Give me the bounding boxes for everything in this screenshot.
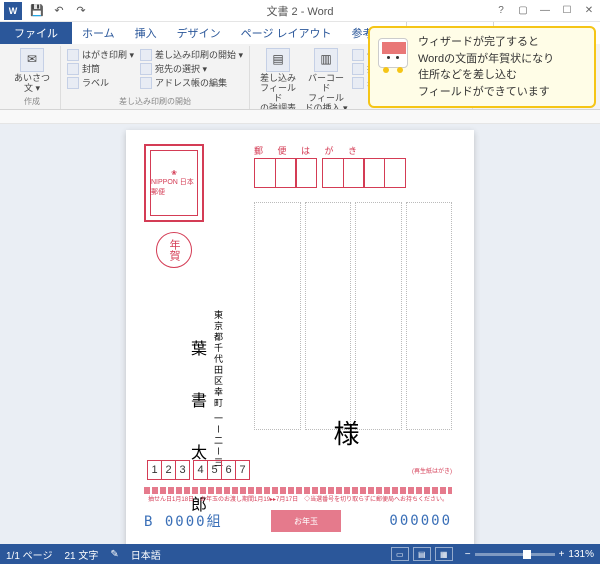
view-web-layout[interactable]: ▦ (435, 547, 453, 561)
greeting-text-button[interactable]: ✉ あいさつ 文 ▾ (10, 48, 54, 94)
ribbon-display-icon[interactable]: ▢ (514, 3, 532, 19)
tab-home[interactable]: ホーム (72, 22, 125, 44)
lottery-info-text: 抽せん日1月18日 お年玉のお渡し期間1月19▸▸7月17日 ◇当選番号を切り取… (144, 494, 452, 503)
callout-line-2: Wordの文面が年賀状になり (418, 51, 586, 68)
page-count[interactable]: 1/1 ページ (6, 547, 52, 562)
highlight-icon: ▤ (266, 48, 290, 72)
zoom-out-button[interactable]: − (465, 549, 471, 560)
proofing-icon[interactable]: ✎ (110, 549, 118, 560)
horizontal-ruler[interactable] (0, 110, 600, 124)
tab-file[interactable]: ファイル (0, 22, 72, 44)
callout-line-4: フィールドができています (418, 84, 586, 101)
window-title: 文書 2 - Word (266, 3, 333, 19)
otoshidama-label: お年玉 (271, 510, 341, 532)
mascot-icon (374, 38, 412, 80)
stamp-box: ❀NIPPON 日本郵便 (144, 144, 204, 222)
group-label-create: 作成 (10, 96, 54, 107)
lottery-number: 000000 (389, 513, 452, 529)
close-button[interactable]: ✕ (580, 3, 598, 19)
envelope-icon (67, 63, 79, 75)
hagaki-print-button[interactable]: はがき印刷 ▾ (67, 48, 134, 61)
group-label-start: 差し込み印刷の開始 (67, 96, 243, 107)
sender-address[interactable]: 東京都千代田区幸町 一ー二ー三 (212, 310, 225, 469)
addressbook-icon (140, 77, 152, 89)
postcard-label: 郵 便 は が き (254, 144, 363, 157)
barcode-field-button[interactable]: ▥ バーコード フィールドの挿入 ▾ (304, 48, 348, 110)
highlight-fields-button[interactable]: ▤ 差し込みフィールド の強調表示 (256, 48, 300, 110)
greeting-line-icon (352, 63, 364, 75)
zoom-in-button[interactable]: + (559, 549, 565, 560)
word-count[interactable]: 21 文字 (64, 547, 98, 562)
view-print-layout[interactable]: ▤ (413, 547, 431, 561)
barcode-icon: ▥ (314, 48, 338, 72)
language-status[interactable]: 日本語 (131, 547, 161, 562)
maximize-button[interactable]: ☐ (558, 3, 576, 19)
address-field-area[interactable] (254, 202, 452, 430)
callout-line-1: ウィザードが完了すると (418, 34, 586, 51)
document-canvas[interactable]: ❀NIPPON 日本郵便 年賀 郵 便 は が き 東京都千代田区幸町 一ー二ー… (0, 124, 600, 562)
minimize-button[interactable]: — (536, 3, 554, 19)
word-icon: W (4, 2, 22, 20)
mail-merge-icon (140, 49, 152, 61)
recipients-icon (140, 63, 152, 75)
tab-design[interactable]: デザイン (167, 22, 231, 44)
zoom-level[interactable]: 131% (568, 549, 594, 560)
view-read-mode[interactable]: ▭ (391, 547, 409, 561)
address-block-icon (352, 49, 364, 61)
label-icon (67, 77, 79, 89)
envelope-button[interactable]: 封筒 (67, 62, 134, 75)
postcard-icon (67, 49, 79, 61)
qat-redo[interactable]: ↷ (72, 2, 90, 20)
select-recipients-button[interactable]: 宛先の選択 ▾ (140, 62, 243, 75)
recycled-paper-note: (再生紙はがき) (412, 466, 452, 475)
tab-insert[interactable]: 挿入 (125, 22, 167, 44)
help-icon[interactable]: ? (492, 3, 510, 19)
recipient-postcode-boxes[interactable] (254, 158, 406, 188)
edit-recipients-button[interactable]: アドレス帳の編集 (140, 76, 243, 89)
insert-field-icon (352, 77, 364, 89)
decorative-strip (144, 487, 452, 494)
qat-undo[interactable]: ↶ (50, 2, 68, 20)
lottery-group-number: B 0000組 (144, 511, 223, 531)
nenga-seal: 年賀 (156, 232, 192, 268)
status-bar: 1/1 ページ 21 文字 ✎ 日本語 ▭ ▤ ▦ − + 131% (0, 544, 600, 564)
tutorial-callout: ウィザードが完了すると Wordの文面が年賀状になり 住所などを差し込む フィー… (368, 26, 596, 108)
label-button[interactable]: ラベル (67, 76, 134, 89)
qat-save[interactable]: 💾 (28, 2, 46, 20)
postcard-page[interactable]: ❀NIPPON 日本郵便 年賀 郵 便 は が き 東京都千代田区幸町 一ー二ー… (126, 130, 474, 550)
callout-line-3: 住所などを差し込む (418, 67, 586, 84)
zoom-slider[interactable] (475, 553, 555, 556)
sender-postcode-boxes[interactable]: 1234567 (148, 460, 250, 480)
greeting-icon: ✉ (20, 48, 44, 72)
start-mail-merge-button[interactable]: 差し込み印刷の開始 ▾ (140, 48, 243, 61)
tab-page-layout[interactable]: ページ レイアウト (231, 22, 342, 44)
honorific-sama[interactable]: 様 (326, 420, 363, 446)
